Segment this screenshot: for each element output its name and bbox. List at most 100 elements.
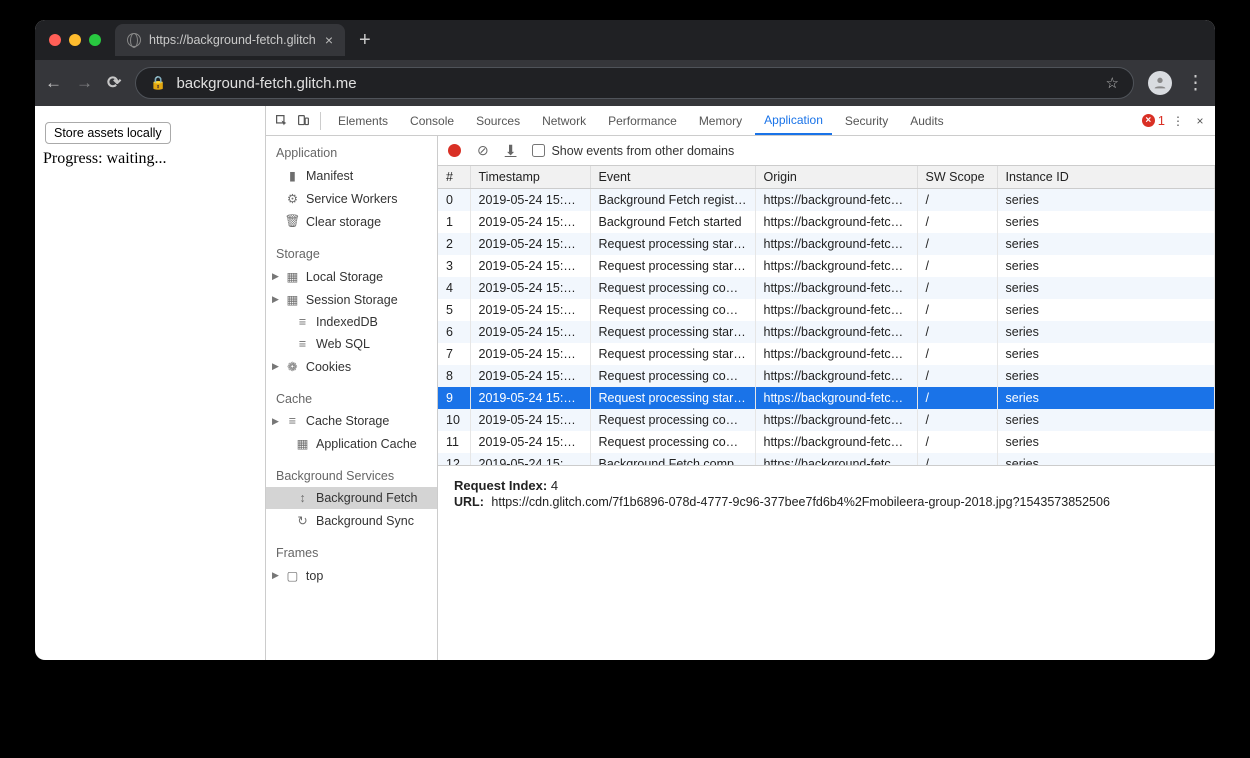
store-assets-button[interactable]: Store assets locally: [45, 122, 171, 144]
table-cell: 9: [438, 387, 470, 409]
devtools-tab-sources[interactable]: Sources: [467, 106, 529, 135]
table-cell: /: [917, 365, 997, 387]
browser-tab[interactable]: https://background-fetch.glitch ×: [115, 24, 345, 56]
table-cell: Request processing start…: [590, 255, 755, 277]
table-cell: 2019-05-24 15:5…: [470, 277, 590, 299]
column-header[interactable]: Origin: [755, 166, 917, 189]
table-cell: 8: [438, 365, 470, 387]
tab-close-icon[interactable]: ×: [325, 32, 333, 48]
details-pane: Request Index: 4 URL: https://cdn.glitch…: [438, 466, 1215, 660]
forward-button[interactable]: →: [76, 73, 93, 93]
error-count: 1: [1158, 113, 1165, 128]
devtools-close-icon[interactable]: ×: [1191, 114, 1209, 128]
table-row[interactable]: 32019-05-24 15:5…Request processing star…: [438, 255, 1215, 277]
bookmark-icon[interactable]: ☆: [1106, 74, 1119, 92]
clear-icon[interactable]: ⊘: [477, 142, 489, 159]
sidebar-item-indexeddb[interactable]: ≡IndexedDB: [266, 311, 437, 333]
table-row[interactable]: 02019-05-24 15:5…Background Fetch regist…: [438, 189, 1215, 212]
tab-strip: https://background-fetch.glitch × +: [35, 20, 1215, 60]
devtools-tab-audits[interactable]: Audits: [901, 106, 952, 135]
address-bar[interactable]: 🔒 background-fetch.glitch.me ☆: [135, 67, 1134, 99]
error-icon: ×: [1142, 114, 1155, 127]
back-button[interactable]: ←: [45, 73, 62, 93]
window-maximize-button[interactable]: [89, 34, 101, 46]
column-header[interactable]: SW Scope: [917, 166, 997, 189]
sidebar-item-websql[interactable]: ≡Web SQL: [266, 333, 437, 355]
table-cell: https://background-fetc…: [755, 431, 917, 453]
table-row[interactable]: 42019-05-24 15:5…Request processing com……: [438, 277, 1215, 299]
table-cell: https://background-fetc…: [755, 189, 917, 212]
table-cell: series: [997, 431, 1215, 453]
table-row[interactable]: 102019-05-24 15:5…Request processing com…: [438, 409, 1215, 431]
window-minimize-button[interactable]: [69, 34, 81, 46]
database-icon: ≡: [296, 315, 309, 329]
table-cell: 6: [438, 321, 470, 343]
show-other-domains-checkbox[interactable]: Show events from other domains: [532, 144, 734, 158]
table-header-row: #TimestampEventOriginSW ScopeInstance ID: [438, 166, 1215, 189]
devtools-tab-performance[interactable]: Performance: [599, 106, 686, 135]
table-row[interactable]: 122019-05-24 15:5…Background Fetch comp……: [438, 453, 1215, 466]
column-header[interactable]: #: [438, 166, 470, 189]
table-cell: Request processing com…: [590, 299, 755, 321]
table-row[interactable]: 112019-05-24 15:5…Request processing com…: [438, 431, 1215, 453]
database-icon: ≡: [296, 337, 309, 351]
download-icon[interactable]: ⬇: [505, 142, 517, 159]
url-value: https://cdn.glitch.com/7f1b6896-078d-477…: [491, 495, 1110, 509]
devtools-tab-network[interactable]: Network: [533, 106, 595, 135]
request-index-line: Request Index: 4: [454, 478, 1199, 493]
sidebar-section-cache: Cache: [266, 388, 437, 410]
checkbox-input[interactable]: [532, 144, 545, 157]
main-panel: ⊘ ⬇ Show events from other domains #Time…: [438, 136, 1215, 660]
sidebar-item-cache-storage[interactable]: ▶≡Cache Storage: [266, 410, 437, 432]
table-row[interactable]: 62019-05-24 15:5…Request processing star…: [438, 321, 1215, 343]
profile-avatar[interactable]: [1148, 71, 1172, 95]
devtools-menu-icon[interactable]: ⋮: [1169, 114, 1187, 128]
devtools-tab-security[interactable]: Security: [836, 106, 897, 135]
sidebar-item-clear-storage[interactable]: 🗑Clear storage: [266, 210, 437, 233]
sidebar-item-background-sync[interactable]: ↻Background Sync: [266, 509, 437, 532]
column-header[interactable]: Event: [590, 166, 755, 189]
browser-menu-button[interactable]: ⋮: [1186, 74, 1205, 93]
sidebar-item-top-frame[interactable]: ▶▢top: [266, 564, 437, 587]
table-cell: 2: [438, 233, 470, 255]
table-row[interactable]: 12019-05-24 15:5…Background Fetch starte…: [438, 211, 1215, 233]
tab-title: https://background-fetch.glitch: [149, 33, 316, 47]
devtools-tab-console[interactable]: Console: [401, 106, 463, 135]
sidebar-item-manifest[interactable]: ▮Manifest: [266, 164, 437, 187]
url-text: background-fetch.glitch.me: [176, 75, 356, 92]
table-cell: Request processing start…: [590, 343, 755, 365]
grid-icon: ▦: [286, 292, 299, 307]
device-toggle-icon[interactable]: [294, 114, 312, 127]
column-header[interactable]: Instance ID: [997, 166, 1215, 189]
table-cell: 10: [438, 409, 470, 431]
inspect-icon[interactable]: [272, 114, 290, 127]
table-row[interactable]: 72019-05-24 15:5…Request processing star…: [438, 343, 1215, 365]
devtools-tab-memory[interactable]: Memory: [690, 106, 751, 135]
table-cell: /: [917, 211, 997, 233]
window-close-button[interactable]: [49, 34, 61, 46]
sidebar-section-application: Application: [266, 142, 437, 164]
reload-button[interactable]: ⟳: [107, 73, 121, 93]
sidebar-section-background-services: Background Services: [266, 465, 437, 487]
table-row[interactable]: 92019-05-24 15:5…Request processing star…: [438, 387, 1215, 409]
record-button[interactable]: [448, 144, 461, 157]
sidebar-item-service-workers[interactable]: ⚙Service Workers: [266, 187, 437, 210]
table-row[interactable]: 52019-05-24 15:5…Request processing com……: [438, 299, 1215, 321]
devtools-tab-elements[interactable]: Elements: [329, 106, 397, 135]
events-table-wrap[interactable]: #TimestampEventOriginSW ScopeInstance ID…: [438, 166, 1215, 466]
chevron-right-icon: ▶: [272, 271, 279, 282]
error-indicator[interactable]: ×1: [1142, 113, 1165, 128]
url-line: URL: https://cdn.glitch.com/7f1b6896-078…: [454, 493, 1199, 512]
column-header[interactable]: Timestamp: [470, 166, 590, 189]
sidebar-item-background-fetch[interactable]: ↕Background Fetch: [266, 487, 437, 509]
table-row[interactable]: 22019-05-24 15:5…Request processing star…: [438, 233, 1215, 255]
sidebar-item-session-storage[interactable]: ▶▦Session Storage: [266, 288, 437, 311]
sidebar-item-cookies[interactable]: ▶❁Cookies: [266, 355, 437, 378]
progress-text: Progress: waiting...: [43, 150, 257, 168]
sidebar-item-application-cache[interactable]: ▦Application Cache: [266, 432, 437, 455]
devtools-tab-application[interactable]: Application: [755, 106, 832, 135]
table-row[interactable]: 82019-05-24 15:5…Request processing com……: [438, 365, 1215, 387]
new-tab-button[interactable]: +: [359, 29, 371, 52]
transfer-icon: ↕: [296, 491, 309, 505]
sidebar-item-local-storage[interactable]: ▶▦Local Storage: [266, 265, 437, 288]
